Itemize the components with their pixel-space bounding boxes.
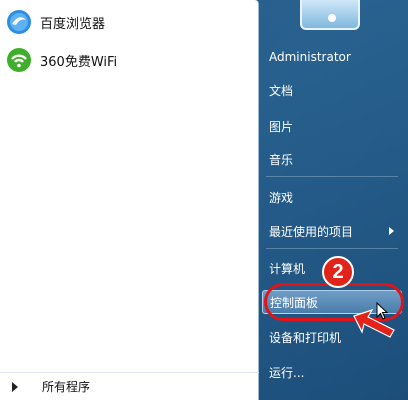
pictures-link[interactable]: 图片 bbox=[262, 114, 402, 138]
mouse-cursor-icon bbox=[376, 302, 388, 320]
documents-link[interactable]: 文档 bbox=[262, 78, 402, 102]
program-item-360-wifi[interactable]: 360免费WiFi bbox=[6, 46, 250, 74]
user-picture[interactable] bbox=[300, 0, 360, 30]
recent-items-label: 最近使用的项目 bbox=[269, 224, 354, 239]
red-arrow-icon bbox=[353, 308, 395, 338]
documents-label: 文档 bbox=[269, 83, 294, 98]
menu-separator bbox=[266, 176, 398, 177]
menu-separator bbox=[266, 248, 398, 249]
computer-label: 计算机 bbox=[269, 261, 306, 276]
music-link[interactable]: 音乐 bbox=[262, 147, 402, 171]
program-item-baidu-browser[interactable]: 百度浏览器 bbox=[6, 8, 250, 36]
recent-items-link[interactable]: 最近使用的项目 bbox=[262, 219, 402, 243]
all-programs-button[interactable]: 所有程序 bbox=[0, 372, 259, 400]
baidu-browser-icon bbox=[7, 10, 31, 34]
pictures-label: 图片 bbox=[269, 119, 294, 134]
games-link[interactable]: 游戏 bbox=[262, 185, 402, 209]
start-menu-program-list: 百度浏览器 360免费WiFi 所有程序 bbox=[0, 0, 259, 400]
run-label: 运行... bbox=[269, 365, 305, 380]
devices-printers-label: 设备和打印机 bbox=[269, 330, 342, 345]
triangle-right-icon bbox=[12, 381, 18, 392]
user-picture-icon bbox=[328, 14, 336, 22]
program-label: 百度浏览器 bbox=[40, 16, 106, 32]
step-number-badge: 2 bbox=[322, 256, 354, 288]
user-name-link[interactable]: Administrator bbox=[262, 45, 402, 69]
user-name-label: Administrator bbox=[269, 50, 351, 64]
all-programs-label: 所有程序 bbox=[42, 380, 91, 394]
music-label: 音乐 bbox=[269, 152, 294, 167]
games-label: 游戏 bbox=[269, 190, 294, 205]
wifi-360-icon bbox=[7, 48, 31, 72]
run-link[interactable]: 运行... bbox=[262, 360, 402, 384]
program-label: 360免费WiFi bbox=[40, 54, 118, 70]
submenu-arrow-icon bbox=[389, 227, 394, 235]
